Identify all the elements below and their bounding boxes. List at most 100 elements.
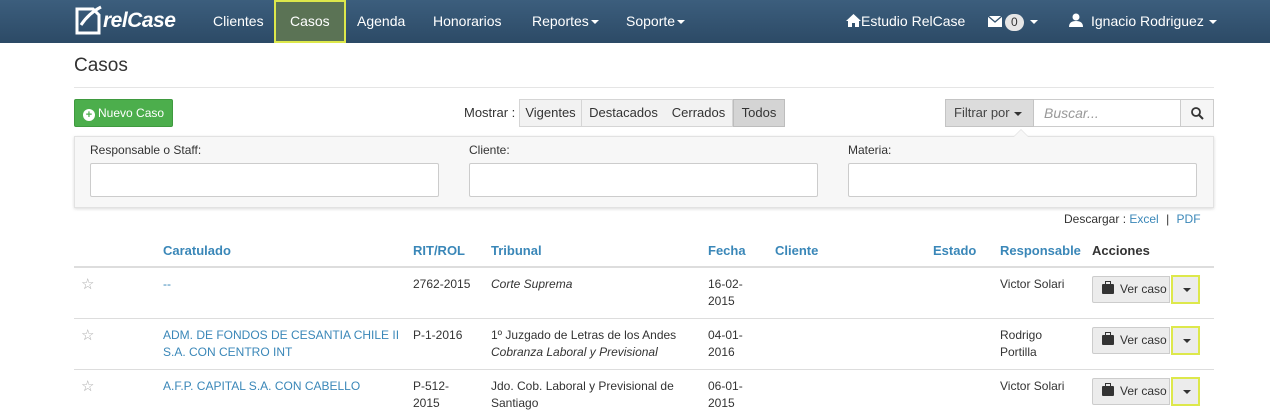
column-header-rit[interactable]: RIT/ROL	[413, 243, 465, 258]
nav-agenda[interactable]: Agenda	[357, 0, 405, 43]
tribunal-line: Santiago	[491, 396, 539, 410]
table-cell-fecha: 04-01- 2016	[708, 327, 743, 361]
caret-down-icon	[1183, 390, 1191, 394]
column-header-fecha[interactable]: Fecha	[708, 243, 746, 258]
caret-down-icon	[1013, 111, 1022, 116]
ver-caso-button[interactable]: Ver caso	[1092, 327, 1170, 354]
relcase-logo[interactable]: relCase	[73, 3, 185, 39]
column-header-caratulado[interactable]: Caratulado	[163, 243, 231, 258]
messages-menu[interactable]: 0	[987, 0, 1038, 43]
fecha-line: 04-01-	[708, 328, 743, 342]
table-cell-responsable: Victor Solari	[1000, 277, 1065, 291]
caret-down-icon	[1183, 288, 1191, 292]
download-pdf-link[interactable]: PDF	[1177, 212, 1201, 226]
caret-down-icon	[590, 20, 599, 25]
logo-text: relCase	[103, 9, 176, 32]
table-cell-rit: P-512- 2015	[413, 378, 449, 412]
nav-honorarios[interactable]: Honorarios	[433, 0, 501, 43]
table-cell-caratulado[interactable]: --	[163, 276, 171, 293]
filter-by-dropdown[interactable]: Filtrar por	[945, 99, 1034, 127]
ver-caso-button[interactable]: Ver caso	[1092, 276, 1170, 303]
star-icon[interactable]: ☆	[81, 377, 94, 395]
filter-destacados[interactable]: Destacados	[582, 99, 666, 127]
nav-clientes[interactable]: Clientes	[213, 0, 264, 43]
actions-dropdown-toggle[interactable]	[1171, 377, 1200, 406]
new-case-button[interactable]: + Nuevo Caso	[74, 99, 173, 127]
materia-label: Materia:	[848, 143, 892, 157]
filter-cerrados[interactable]: Cerrados	[665, 99, 733, 127]
page-title: Casos	[74, 55, 128, 76]
caratulado-line: ADM. DE FONDOS DE CESANTIA CHILE II	[163, 328, 400, 342]
column-header-acciones: Acciones	[1092, 243, 1150, 258]
messages-badge: 0	[1005, 13, 1024, 31]
caratulado-line: S.A. CON CENTRO INT	[163, 345, 293, 359]
actions-dropdown-toggle[interactable]	[1171, 275, 1200, 304]
search-button[interactable]	[1180, 99, 1214, 127]
column-header-tribunal[interactable]: Tribunal	[491, 243, 542, 258]
nav-reportes-label: Reportes	[532, 13, 589, 29]
show-label: Mostrar :	[464, 105, 516, 120]
nav-studio[interactable]: Estudio RelCase	[846, 0, 965, 43]
column-header-cliente[interactable]: Cliente	[775, 243, 818, 258]
top-navbar: relCase Clientes Casos Agenda Honorarios…	[0, 0, 1270, 43]
tribunal-subline: Cobranza Laboral y Previsional	[491, 345, 658, 359]
table-cell-tribunal: Jdo. Cob. Laboral y Previsional de Santia…	[491, 378, 674, 412]
row-divider	[74, 369, 1214, 370]
studio-label: Estudio RelCase	[861, 13, 966, 29]
table-cell-caratulado[interactable]: ADM. DE FONDOS DE CESANTIA CHILE II S.A. …	[163, 327, 399, 361]
caret-down-icon	[1029, 20, 1038, 25]
responsable-label: Responsable o Staff:	[90, 143, 202, 157]
row-divider	[74, 318, 1214, 319]
filter-by-label: Filtrar por	[954, 105, 1010, 120]
download-separator: |	[1166, 212, 1170, 226]
download-bar: Descargar : Excel | PDF	[1064, 212, 1201, 226]
user-name: Ignacio Rodriguez	[1091, 13, 1204, 29]
ver-caso-label: Ver caso	[1120, 384, 1167, 398]
filter-todos[interactable]: Todos	[733, 99, 785, 127]
briefcase-icon	[1102, 332, 1114, 345]
user-icon	[1069, 13, 1083, 27]
tribunal-line: Jdo. Cob. Laboral y Previsional de	[491, 379, 674, 393]
caret-down-icon	[1208, 20, 1217, 25]
responsable-line: Portilla	[1000, 345, 1037, 359]
table-cell-fecha: 06-01- 2015	[708, 378, 743, 412]
fecha-line: 2015	[708, 396, 735, 410]
ver-caso-button[interactable]: Ver caso	[1092, 378, 1170, 405]
filter-vigentes[interactable]: Vigentes	[519, 99, 582, 127]
rit-line: P-512-	[413, 379, 450, 393]
table-cell-fecha: 16-02- 2015	[708, 276, 743, 310]
nav-soporte[interactable]: Soporte	[626, 0, 686, 43]
table-cell-rit: P-1-2016	[413, 328, 463, 342]
briefcase-icon	[1102, 383, 1114, 396]
caret-down-icon	[1183, 339, 1191, 343]
column-header-responsable[interactable]: Responsable	[1000, 243, 1081, 258]
cliente-field[interactable]	[469, 163, 818, 197]
user-menu[interactable]: Ignacio Rodriguez	[1069, 0, 1217, 43]
fecha-line: 16-02-	[708, 277, 743, 291]
table-cell-responsable: Victor Solari	[1000, 379, 1065, 393]
nav-soporte-label: Soporte	[626, 13, 676, 29]
responsable-line: Rodrigo	[1000, 328, 1043, 342]
table-cell-responsable: Rodrigo Portilla	[1000, 327, 1042, 361]
search-input[interactable]	[1034, 99, 1181, 127]
download-excel-link[interactable]: Excel	[1129, 212, 1158, 226]
envelope-icon	[987, 15, 1003, 27]
fecha-line: 2015	[708, 294, 735, 308]
table-cell-caratulado[interactable]: A.F.P. CAPITAL S.A. CON CABELLO	[163, 378, 360, 395]
fecha-line: 2016	[708, 345, 735, 359]
home-icon	[846, 14, 861, 27]
rit-line: 2015	[413, 396, 440, 410]
column-header-estado[interactable]: Estado	[933, 243, 976, 258]
actions-dropdown-toggle[interactable]	[1171, 326, 1200, 355]
table-cell-tribunal: Corte Suprema	[491, 277, 573, 291]
star-icon[interactable]: ☆	[81, 326, 94, 344]
nav-casos[interactable]: Casos	[274, 0, 346, 43]
table-header-divider	[74, 266, 1214, 268]
logo-icon	[75, 5, 102, 35]
ver-caso-label: Ver caso	[1120, 333, 1167, 347]
materia-field[interactable]	[848, 163, 1197, 197]
briefcase-icon	[1102, 281, 1114, 294]
star-icon[interactable]: ☆	[81, 275, 94, 293]
responsable-field[interactable]	[90, 163, 439, 197]
nav-reportes[interactable]: Reportes	[532, 0, 599, 43]
